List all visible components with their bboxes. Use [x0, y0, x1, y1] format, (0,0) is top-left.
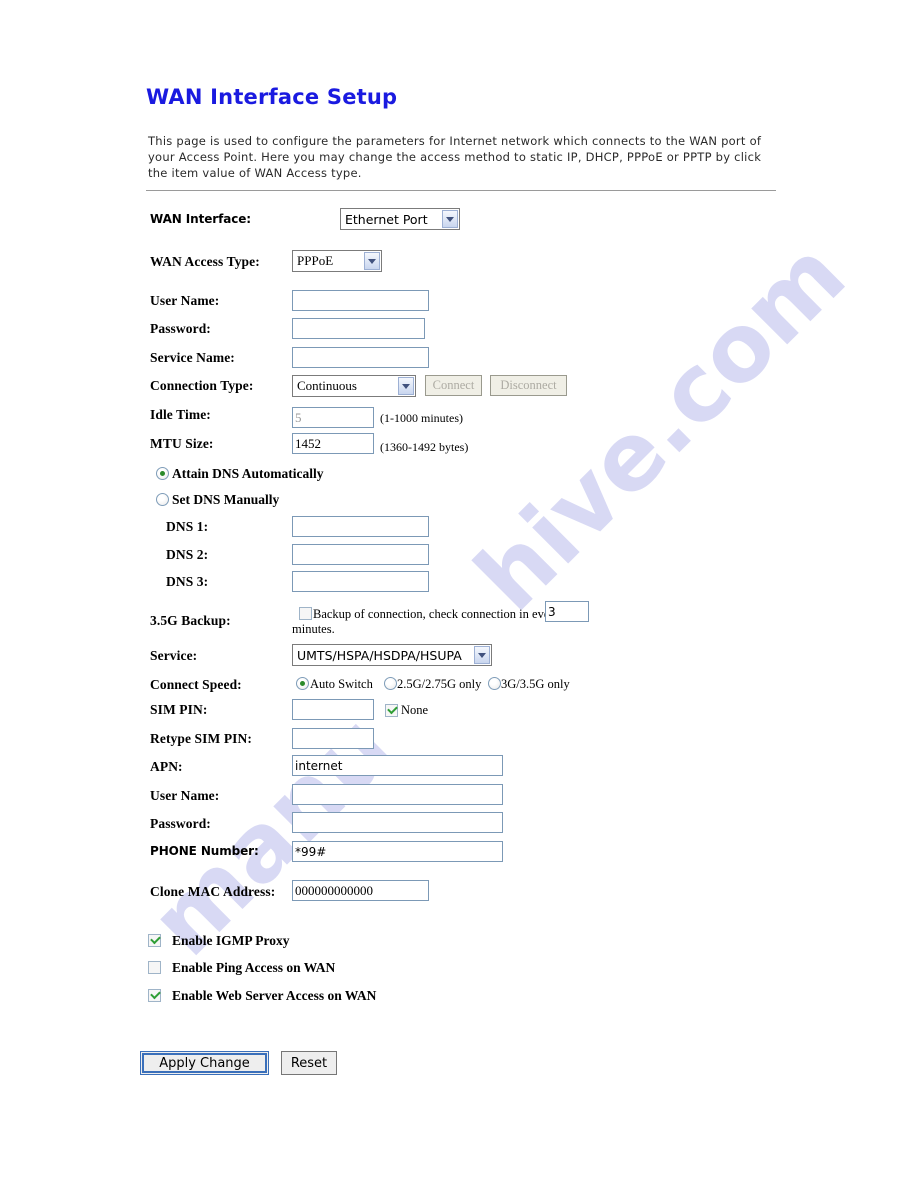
label-retype-sim-pin: Retype SIM PIN:: [150, 731, 252, 746]
dns-2-input[interactable]: [292, 544, 429, 565]
label-mobile-user-name: User Name:: [150, 788, 220, 803]
enable-web-server-access-on-wan-label: Enable Web Server Access on WAN: [172, 988, 377, 1003]
backup-of-connection-checkbox[interactable]: [299, 607, 312, 620]
label-dns-1: DNS 1:: [166, 519, 209, 534]
label-phone-number: PHONE Number:: [150, 844, 259, 858]
label-auto-switch: Auto Switch: [310, 677, 373, 691]
wan-interface-value: Ethernet Port: [345, 211, 428, 227]
radio-3g-35g-only[interactable]: [488, 677, 501, 690]
backup-of-connection-label: Backup of connection, check connection i…: [313, 607, 560, 621]
enable-igmp-proxy-label: Enable IGMP Proxy: [172, 933, 290, 948]
label-user-name: User Name:: [150, 293, 220, 308]
page-description: This page is used to configure the param…: [148, 134, 762, 181]
label-wan-interface: WAN Interface:: [150, 212, 251, 226]
chevron-down-icon: [442, 210, 458, 228]
service-select[interactable]: UMTS/HSPA/HSDPA/HSUPA: [292, 644, 492, 666]
idle-time-input[interactable]: [292, 407, 374, 428]
label-service: Service:: [150, 648, 198, 663]
reset-button[interactable]: Reset: [281, 1051, 337, 1075]
wan-access-type-select[interactable]: PPPoE: [292, 250, 382, 272]
label-apn: APN:: [150, 759, 183, 774]
radio-25g-275g-only[interactable]: [384, 677, 397, 690]
idle-time-hint: (1-1000 minutes): [380, 411, 463, 425]
enable-ping-access-on-wan-label: Enable Ping Access on WAN: [172, 960, 336, 975]
radio-attain-dns-automatically[interactable]: [156, 467, 169, 480]
connection-type-value: Continuous: [297, 378, 357, 393]
disconnect-button[interactable]: Disconnect: [490, 375, 567, 396]
apply-change-button[interactable]: Apply Change: [140, 1051, 269, 1075]
label-attain-dns-automatically: Attain DNS Automatically: [172, 466, 324, 481]
wan-interface-select[interactable]: Ethernet Port: [340, 208, 460, 230]
password-input[interactable]: [292, 318, 425, 339]
sim-pin-none-label: None: [401, 703, 429, 717]
chevron-down-icon: [364, 252, 380, 270]
sim-pin-none-checkbox[interactable]: [385, 704, 398, 717]
dns-1-input[interactable]: [292, 516, 429, 537]
label-25g-275g-only: 2.5G/2.75G only: [397, 677, 482, 691]
retype-sim-pin-input[interactable]: [292, 728, 374, 749]
service-value: UMTS/HSPA/HSDPA/HSUPA: [297, 647, 462, 663]
sim-pin-input[interactable]: [292, 699, 374, 720]
mtu-size-input[interactable]: [292, 433, 374, 454]
backup-minutes-label: minutes.: [292, 622, 335, 636]
label-35g-backup: 3.5G Backup:: [150, 613, 231, 628]
label-3g-35g-only: 3G/3.5G only: [501, 677, 570, 691]
label-set-dns-manually: Set DNS Manually: [172, 492, 280, 507]
label-sim-pin: SIM PIN:: [150, 702, 208, 717]
wan-setup-page: WAN Interface Setup This page is used to…: [0, 0, 918, 1188]
label-password: Password:: [150, 321, 211, 336]
chevron-down-icon: [474, 646, 490, 664]
enable-web-server-access-on-wan-checkbox[interactable]: [148, 989, 161, 1002]
label-mtu-size: MTU Size:: [150, 436, 214, 451]
radio-set-dns-manually[interactable]: [156, 493, 169, 506]
label-dns-2: DNS 2:: [166, 547, 209, 562]
user-name-input[interactable]: [292, 290, 429, 311]
label-clone-mac-address: Clone MAC Address:: [150, 884, 276, 899]
chevron-down-icon: [398, 377, 414, 395]
label-dns-3: DNS 3:: [166, 574, 209, 589]
phone-number-input[interactable]: [292, 841, 503, 862]
clone-mac-address-input[interactable]: [292, 880, 429, 901]
header-divider: [146, 190, 776, 191]
label-mobile-password: Password:: [150, 816, 211, 831]
enable-ping-access-on-wan-checkbox[interactable]: [148, 961, 161, 974]
page-title: WAN Interface Setup: [146, 85, 398, 109]
radio-auto-switch[interactable]: [296, 677, 309, 690]
service-name-input[interactable]: [292, 347, 429, 368]
wan-access-type-value: PPPoE: [297, 253, 334, 268]
dns-3-input[interactable]: [292, 571, 429, 592]
mtu-size-hint: (1360-1492 bytes): [380, 440, 469, 454]
mobile-user-name-input[interactable]: [292, 784, 503, 805]
label-idle-time: Idle Time:: [150, 407, 211, 422]
label-connect-speed: Connect Speed:: [150, 677, 242, 692]
apn-input[interactable]: [292, 755, 503, 776]
mobile-password-input[interactable]: [292, 812, 503, 833]
label-service-name: Service Name:: [150, 350, 235, 365]
backup-interval-input[interactable]: [545, 601, 589, 622]
enable-igmp-proxy-checkbox[interactable]: [148, 934, 161, 947]
label-wan-access-type: WAN Access Type:: [150, 254, 260, 269]
connect-button[interactable]: Connect: [425, 375, 482, 396]
label-connection-type: Connection Type:: [150, 378, 254, 393]
connection-type-select[interactable]: Continuous: [292, 375, 416, 397]
